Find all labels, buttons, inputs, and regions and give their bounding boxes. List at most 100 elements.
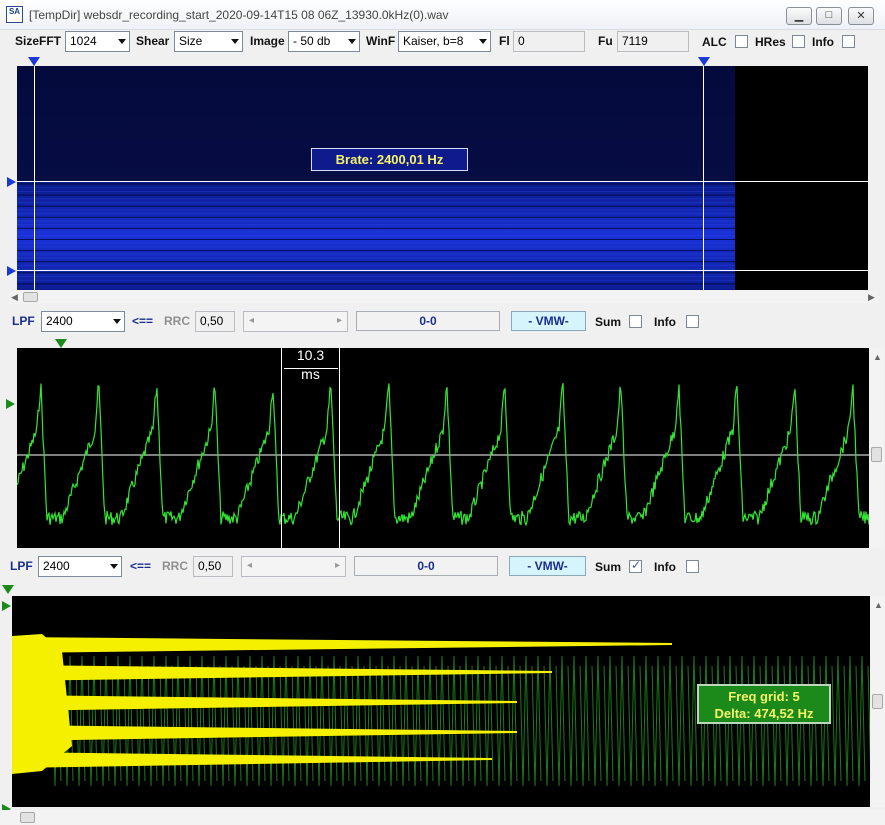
range-display-3: 0-0 xyxy=(354,556,498,576)
measure-value: 10.3 xyxy=(296,347,325,363)
lpf-select[interactable]: 2400 xyxy=(41,311,125,332)
waveform-vscrollbar[interactable]: ▲ xyxy=(870,348,884,548)
lpf-value: 2400 xyxy=(46,314,73,328)
upper-band-marker-icon[interactable] xyxy=(7,177,16,187)
correlation-cursor-marker-icon[interactable] xyxy=(2,585,14,594)
waveform-panel[interactable] xyxy=(16,348,870,548)
hres-checkbox[interactable] xyxy=(792,35,805,48)
rrc-field-3[interactable]: 0,50 xyxy=(193,556,233,577)
close-icon: ✕ xyxy=(856,10,866,22)
correlation-hscrollbar[interactable] xyxy=(0,810,885,825)
info-checkbox[interactable] xyxy=(842,35,855,48)
app-window: SA [TempDir] websdr_recording_start_2020… xyxy=(0,0,885,825)
vmw-button-3[interactable]: - VMW- xyxy=(509,556,586,576)
hres-label: HRes xyxy=(755,35,786,49)
waveform-plot xyxy=(16,383,870,527)
measure-label: 10.3 ms xyxy=(282,347,339,385)
slider-right-icon[interactable]: ▸ xyxy=(337,315,342,326)
slider-left-icon[interactable]: ◂ xyxy=(247,560,252,571)
freq-grid-label: Freq grid: 5 xyxy=(728,689,800,704)
correlation-level-marker-icon[interactable] xyxy=(2,601,11,611)
measure-arrow xyxy=(284,368,338,369)
spectrogram-image xyxy=(17,66,868,290)
shear-value: Size xyxy=(179,34,203,48)
waveform-cursor-marker-icon[interactable] xyxy=(55,339,67,348)
lpf-label: LPF xyxy=(12,314,35,328)
fu-label: Fu xyxy=(598,34,613,48)
rrc-field[interactable]: 0,50 xyxy=(195,311,235,332)
lpf-value-3: 2400 xyxy=(43,559,70,573)
maximize-icon: □ xyxy=(825,9,833,21)
image-value: - 50 db xyxy=(293,34,331,48)
sum-label: Sum xyxy=(595,315,622,329)
shear-select[interactable]: Size xyxy=(174,31,243,52)
rrc-slider[interactable]: ◂ ▸ xyxy=(243,311,348,332)
waveform-level-marker-icon[interactable] xyxy=(6,399,15,409)
scrollbar-thumb[interactable] xyxy=(871,447,882,462)
brate-label: Brate: 2400,01 Hz xyxy=(311,148,468,171)
upper-band-line xyxy=(17,181,868,182)
scroll-up-icon[interactable]: ▲ xyxy=(873,352,882,362)
fu-field[interactable]: 7119 xyxy=(617,31,689,52)
chevron-down-icon xyxy=(118,39,126,44)
winf-select[interactable]: Kaiser, b=8 xyxy=(398,31,491,52)
sizefft-value: 1024 xyxy=(70,34,97,48)
range-display: 0-0 xyxy=(356,311,500,331)
winf-label: WinF xyxy=(366,34,396,48)
info-checkbox-2[interactable] xyxy=(686,315,699,328)
sum-label-3: Sum xyxy=(595,560,622,574)
alc-checkbox[interactable] xyxy=(735,35,748,48)
measure-right-line xyxy=(339,348,340,548)
spectrogram-scrollbar[interactable]: ◀ ▶ xyxy=(10,291,878,303)
rrc-label: RRC xyxy=(164,314,190,328)
close-button[interactable]: ✕ xyxy=(848,7,874,25)
app-logo-icon: SA xyxy=(6,6,23,23)
sizefft-select[interactable]: 1024 xyxy=(65,31,130,52)
spectrogram-panel[interactable] xyxy=(17,66,868,290)
window-title: [TempDir] websdr_recording_start_2020-09… xyxy=(29,8,449,22)
minimize-icon: ▁ xyxy=(794,10,804,22)
sizefft-label: SizeFFT xyxy=(15,34,62,48)
lower-band-line xyxy=(17,270,868,271)
minimize-button[interactable]: ▁ xyxy=(786,7,812,25)
chevron-down-icon xyxy=(348,39,356,44)
rrc-slider-3[interactable]: ◂ ▸ xyxy=(241,556,346,577)
freq-grid-info: Freq grid: 5 Delta: 474,52 Hz xyxy=(697,684,831,724)
left-cursor-line xyxy=(34,66,35,290)
scrollbar-thumb[interactable] xyxy=(23,292,38,302)
chevron-down-icon xyxy=(231,39,239,44)
sum-checkbox[interactable] xyxy=(629,315,642,328)
slider-right-icon[interactable]: ▸ xyxy=(335,560,340,571)
scroll-right-icon[interactable]: ▶ xyxy=(868,292,875,302)
chevron-down-icon xyxy=(479,39,487,44)
title-bar: SA [TempDir] websdr_recording_start_2020… xyxy=(0,0,885,30)
scrollbar-thumb[interactable] xyxy=(872,694,883,709)
slider-left-icon[interactable]: ◂ xyxy=(249,315,254,326)
info-label-2: Info xyxy=(654,315,676,329)
maximize-button[interactable]: □ xyxy=(816,7,842,25)
back-button-3[interactable]: <== xyxy=(130,559,151,573)
sum-checkbox-3[interactable] xyxy=(629,558,642,573)
info-label: Info xyxy=(812,35,834,49)
shear-label: Shear xyxy=(136,34,170,48)
back-button[interactable]: <== xyxy=(132,314,153,328)
right-cursor-marker-icon[interactable] xyxy=(698,57,710,66)
vmw-button[interactable]: - VMW- xyxy=(511,311,586,331)
scrollbar-thumb[interactable] xyxy=(20,812,35,823)
image-select[interactable]: - 50 db xyxy=(288,31,360,52)
info-label-3: Info xyxy=(654,560,676,574)
lpf-label-3: LPF xyxy=(10,559,33,573)
info-checkbox-3[interactable] xyxy=(686,560,699,573)
lower-band-marker-icon[interactable] xyxy=(7,266,16,276)
fl-field[interactable]: 0 xyxy=(513,31,585,52)
image-label: Image xyxy=(250,34,285,48)
rrc-label-3: RRC xyxy=(162,559,188,573)
delta-label: Delta: 474,52 Hz xyxy=(714,706,814,721)
chevron-down-icon xyxy=(110,564,118,569)
right-cursor-line xyxy=(703,66,704,290)
left-cursor-marker-icon[interactable] xyxy=(28,57,40,66)
scroll-up-icon[interactable]: ▲ xyxy=(874,600,883,610)
scroll-left-icon[interactable]: ◀ xyxy=(11,292,18,302)
lpf-select-3[interactable]: 2400 xyxy=(38,556,122,577)
correlation-vscrollbar[interactable]: ▲ xyxy=(871,596,885,807)
